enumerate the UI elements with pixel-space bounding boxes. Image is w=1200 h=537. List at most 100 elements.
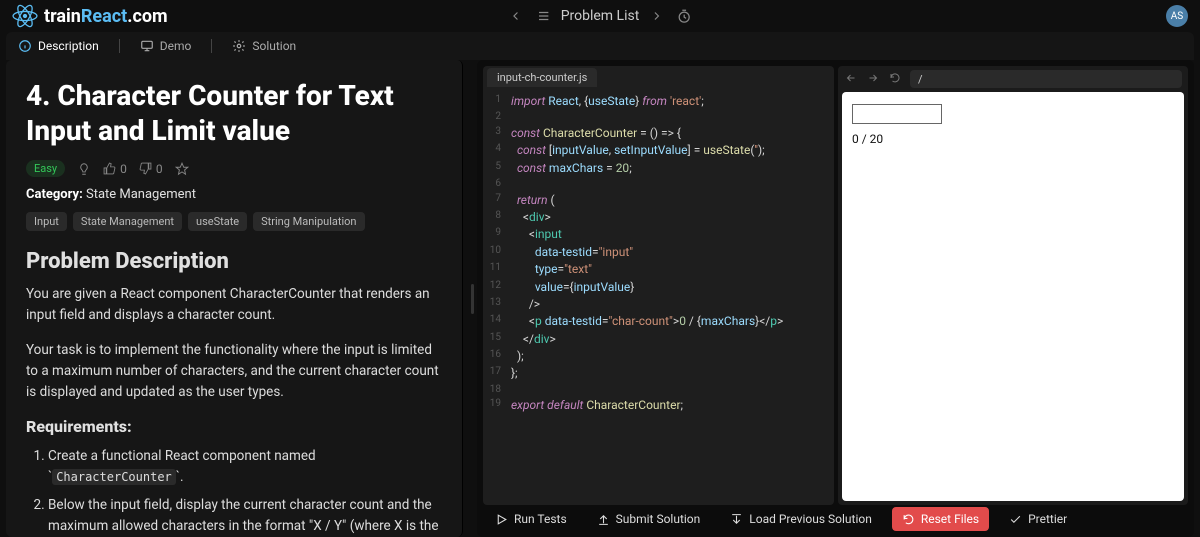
line-number: 10 xyxy=(483,244,511,261)
code-line[interactable]: 2 xyxy=(483,110,834,125)
description-panel: 4. Character Counter for Text Input and … xyxy=(6,60,463,537)
horizontal-splitter[interactable] xyxy=(467,60,477,537)
line-number: 1 xyxy=(483,93,511,110)
code-preview-row: input-ch-counter.js 1import React, {useS… xyxy=(479,62,1192,505)
preview-forward-button[interactable] xyxy=(866,72,880,87)
code-line[interactable]: 6 xyxy=(483,177,834,192)
description-paragraph: Your task is to implement the functional… xyxy=(26,340,442,403)
upvote-button[interactable]: 0 xyxy=(103,162,127,176)
code-content[interactable]: </div> xyxy=(511,331,556,348)
code-line[interactable]: 19export default CharacterCounter; xyxy=(483,397,834,414)
tag-chip[interactable]: Input xyxy=(26,212,67,231)
thumbs-down-icon xyxy=(139,162,152,175)
preview-pane: 0 / 20 xyxy=(838,66,1188,505)
code-content[interactable]: return ( xyxy=(511,192,555,209)
code-content[interactable]: ); xyxy=(511,348,524,365)
tab-demo[interactable]: Demo xyxy=(140,39,192,53)
line-number: 17 xyxy=(483,365,511,382)
brand-logo[interactable]: trainReact.com xyxy=(12,3,168,29)
code-line[interactable]: 1import React, {useState} from 'react'; xyxy=(483,93,834,110)
favorite-button[interactable] xyxy=(175,162,189,176)
tab-solution[interactable]: Solution xyxy=(232,39,296,53)
preview-body: 0 / 20 xyxy=(842,92,1184,501)
code-content[interactable]: value={inputValue} xyxy=(511,279,634,296)
play-icon xyxy=(495,513,508,526)
hint-button[interactable] xyxy=(77,162,91,176)
preview-reload-button[interactable] xyxy=(888,72,902,87)
category-line: Category: State Management xyxy=(26,187,442,202)
code-line[interactable]: 11 type="text" xyxy=(483,261,834,278)
code-line[interactable]: 18 xyxy=(483,383,834,398)
code-content[interactable]: const maxChars = 20; xyxy=(511,160,632,177)
code-line[interactable]: 10 data-testid="input" xyxy=(483,244,834,261)
code-line[interactable]: 14 <p data-testid="char-count">0 / {maxC… xyxy=(483,313,834,330)
difficulty-badge: Easy xyxy=(26,160,65,177)
react-icon xyxy=(12,3,38,29)
tag-chip[interactable]: State Management xyxy=(73,212,182,231)
code-content[interactable]: export default CharacterCounter; xyxy=(511,397,683,414)
problem-list-button[interactable] xyxy=(533,5,555,27)
code-line[interactable]: 9 <input xyxy=(483,226,834,243)
reset-files-button[interactable]: Reset Files xyxy=(892,507,989,531)
description-icon xyxy=(18,39,32,53)
reload-icon xyxy=(889,72,901,84)
avatar-initials: AS xyxy=(1171,11,1183,22)
tab-description[interactable]: Description xyxy=(18,39,99,53)
code-content[interactable]: const CharacterCounter = () => { xyxy=(511,125,681,142)
submit-solution-button[interactable]: Submit Solution xyxy=(587,507,711,531)
category-label: Category: xyxy=(26,187,83,202)
code-content[interactable]: <div> xyxy=(511,209,551,226)
run-tests-button[interactable]: Run Tests xyxy=(485,507,577,531)
code-content[interactable]: type="text" xyxy=(511,261,592,278)
line-number: 2 xyxy=(483,110,511,125)
list-icon xyxy=(537,9,551,23)
tag-chip[interactable]: useState xyxy=(188,212,247,231)
code-content[interactable]: <input xyxy=(511,226,562,243)
user-avatar[interactable]: AS xyxy=(1166,5,1188,27)
requirement-item: Below the input field, display the curre… xyxy=(48,495,442,537)
next-problem-button[interactable] xyxy=(645,5,667,27)
check-icon xyxy=(1009,513,1022,526)
line-number: 11 xyxy=(483,261,511,278)
code-line[interactable]: 13 /> xyxy=(483,296,834,313)
code-line[interactable]: 4 const [inputValue, setInputValue] = us… xyxy=(483,142,834,159)
code-line[interactable]: 5 const maxChars = 20; xyxy=(483,160,834,177)
tab-demo-label: Demo xyxy=(160,39,192,53)
prettier-button[interactable]: Prettier xyxy=(999,507,1077,531)
brand-text-3: .com xyxy=(127,6,167,27)
code-line[interactable]: 12 value={inputValue} xyxy=(483,279,834,296)
code-line[interactable]: 8 <div> xyxy=(483,209,834,226)
preview-back-button[interactable] xyxy=(844,72,858,87)
code-content[interactable]: <p data-testid="char-count">0 / {maxChar… xyxy=(511,313,783,330)
file-tab[interactable]: input-ch-counter.js xyxy=(487,68,597,87)
preview-url-input[interactable] xyxy=(910,70,1182,88)
tag-chips: Input State Management useState String M… xyxy=(26,212,442,231)
load-previous-button[interactable]: Load Previous Solution xyxy=(720,507,882,531)
tag-chip[interactable]: String Manipulation xyxy=(253,212,364,231)
code-content[interactable]: }; xyxy=(511,365,518,382)
code-line[interactable]: 17}; xyxy=(483,365,834,382)
code-line[interactable]: 7 return ( xyxy=(483,192,834,209)
line-number: 12 xyxy=(483,279,511,296)
preview-text-input[interactable] xyxy=(852,104,942,124)
thumbs-up-icon xyxy=(103,162,116,175)
problem-list-label[interactable]: Problem List xyxy=(561,8,640,24)
requirements-title: Requirements: xyxy=(26,417,442,436)
brand-text-1: train xyxy=(44,6,81,27)
code-content[interactable]: /> xyxy=(511,296,540,313)
code-line[interactable]: 16 ); xyxy=(483,348,834,365)
code-content[interactable]: const [inputValue, setInputValue] = useS… xyxy=(511,142,765,159)
code-body[interactable]: 1import React, {useState} from 'react';2… xyxy=(483,87,834,505)
description-paragraph: You are given a React component Characte… xyxy=(26,284,442,326)
prev-problem-button[interactable] xyxy=(505,5,527,27)
code-content[interactable]: import React, {useState} from 'react'; xyxy=(511,93,704,110)
line-number: 8 xyxy=(483,209,511,226)
downvote-button[interactable]: 0 xyxy=(139,162,163,176)
code-line[interactable]: 3const CharacterCounter = () => { xyxy=(483,125,834,142)
requirement-item: Create a functional React component name… xyxy=(48,446,442,488)
code-line[interactable]: 15 </div> xyxy=(483,331,834,348)
brand-text-2: React xyxy=(81,6,127,27)
timer-button[interactable] xyxy=(673,5,695,27)
code-editor[interactable]: input-ch-counter.js 1import React, {useS… xyxy=(483,66,834,505)
code-content[interactable]: data-testid="input" xyxy=(511,244,633,261)
